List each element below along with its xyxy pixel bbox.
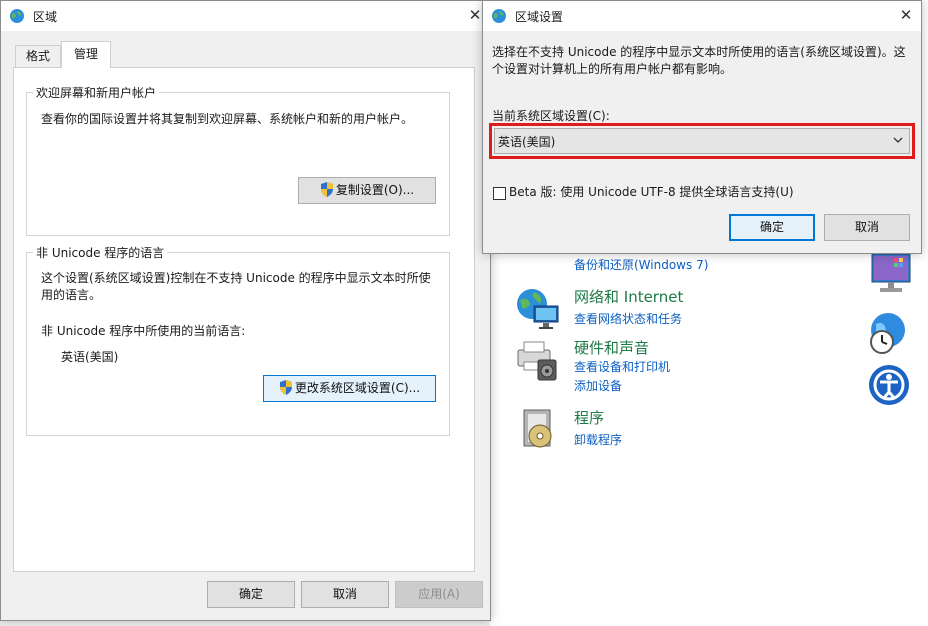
window-title: 区域 (33, 10, 58, 24)
non-unicode-group: 非 Unicode 程序的语言 这个设置(系统区域设置)控制在不支持 Unico… (26, 244, 450, 436)
cancel-button[interactable]: 取消 (301, 581, 389, 608)
uninstall-program-link[interactable]: 卸载程序 (574, 431, 622, 448)
beta-utf8-checkbox[interactable] (493, 187, 506, 200)
globe-icon (491, 8, 507, 24)
system-locale-select[interactable]: 英语(美国) (494, 128, 910, 154)
ease-of-access-icon[interactable] (866, 362, 912, 408)
tab-administrative[interactable]: 管理 (61, 41, 111, 68)
region-window: 区域 ✕ 格式 管理 欢迎屏幕和新用户帐户 查看你的国际设置并将其复制到欢迎屏幕… (0, 0, 491, 621)
ok-button[interactable]: 确定 (207, 581, 295, 608)
view-devices-printers-link[interactable]: 查看设备和打印机 (574, 358, 670, 375)
ok-button[interactable]: 确定 (729, 214, 815, 241)
apply-button[interactable]: 应用(A) (395, 581, 483, 608)
non-unicode-legend: 非 Unicode 程序的语言 (33, 244, 168, 261)
dialog-titlebar[interactable]: 区域设置 ✕ (483, 1, 921, 31)
current-language-label: 非 Unicode 程序中所使用的当前语言: (41, 324, 246, 338)
change-system-locale-label: 更改系统区域设置(C)... (294, 381, 421, 395)
tab-content-panel: 欢迎屏幕和新用户帐户 查看你的国际设置并将其复制到欢迎屏幕、系统帐户和新的用户帐… (13, 67, 475, 572)
network-globe-icon[interactable] (514, 286, 560, 332)
close-button[interactable]: ✕ (893, 3, 919, 27)
welcome-description: 查看你的国际设置并将其复制到欢迎屏幕、系统帐户和新的用户帐户。 (41, 112, 414, 126)
add-device-link[interactable]: 添加设备 (574, 377, 622, 394)
welcome-screen-group: 欢迎屏幕和新用户帐户 查看你的国际设置并将其复制到欢迎屏幕、系统帐户和新的用户帐… (26, 84, 450, 236)
copy-settings-label: 复制设置(O)... (335, 183, 415, 197)
non-unicode-description: 这个设置(系统区域设置)控制在不支持 Unicode 的程序中显示文本时所使用的… (41, 271, 431, 302)
view-network-status-link[interactable]: 查看网络状态和任务 (574, 310, 682, 327)
locale-description: 选择在不支持 Unicode 的程序中显示文本时所使用的语言(系统区域设置)。这… (492, 45, 906, 76)
tab-formats[interactable]: 格式 (15, 45, 61, 67)
selected-locale: 英语(美国) (498, 135, 556, 149)
globe-icon (9, 8, 25, 24)
welcome-group-legend: 欢迎屏幕和新用户帐户 (33, 84, 160, 101)
clock-region-icon[interactable] (866, 310, 912, 356)
cancel-button[interactable]: 取消 (824, 214, 910, 241)
dialog-title: 区域设置 (515, 10, 564, 24)
hardware-sound-title[interactable]: 硬件和声音 (574, 337, 649, 358)
programs-disc-icon[interactable] (516, 406, 562, 452)
network-internet-title[interactable]: 网络和 Internet (574, 286, 683, 307)
current-language-value: 英语(美国) (61, 350, 119, 364)
region-titlebar[interactable]: 区域 ✕ (1, 1, 490, 31)
appearance-monitor-icon[interactable] (868, 250, 914, 296)
uac-shield-icon (279, 379, 293, 395)
region-settings-dialog: 区域设置 ✕ 选择在不支持 Unicode 的程序中显示文本时所使用的语言(系统… (482, 0, 922, 254)
programs-title[interactable]: 程序 (574, 407, 604, 428)
printer-speaker-icon[interactable] (514, 336, 560, 382)
chevron-down-icon (893, 134, 903, 144)
backup-restore-link[interactable]: 备份和还原(Windows 7) (574, 256, 708, 273)
uac-shield-icon (320, 181, 334, 197)
change-system-locale-button[interactable]: 更改系统区域设置(C)... (263, 375, 436, 402)
beta-utf8-label[interactable]: Beta 版: 使用 Unicode UTF-8 提供全球语言支持(U) (509, 184, 794, 201)
desktop: 备份和还原(Windows 7) 网络和 Internet 查看网络状态和任务 (0, 0, 928, 626)
copy-settings-button[interactable]: 复制设置(O)... (298, 177, 436, 204)
